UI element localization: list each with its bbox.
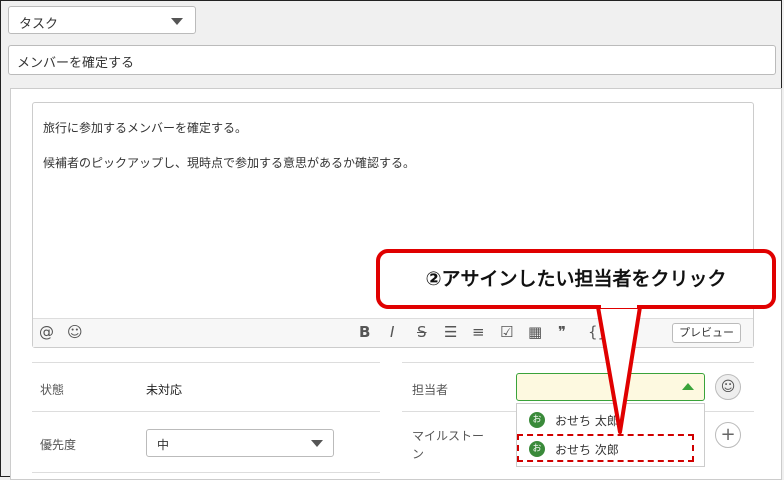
callout-joint	[601, 300, 637, 308]
callout-pointer	[596, 305, 642, 434]
annotation-callout: ②アサインしたい担当者をクリック	[376, 249, 776, 309]
